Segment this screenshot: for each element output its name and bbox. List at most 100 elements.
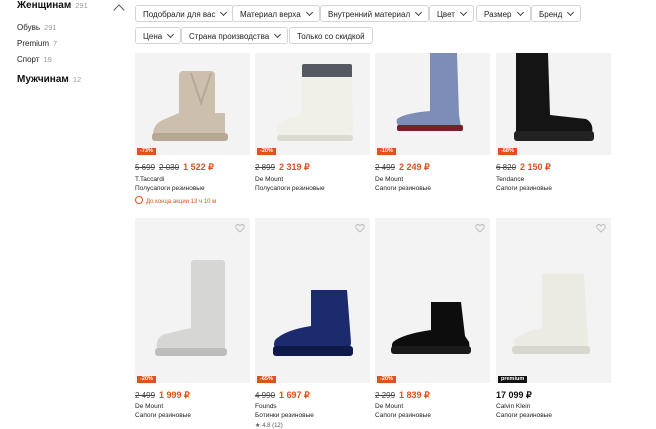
filter-label: Страна производства [189,32,270,41]
filter-label: Цвет [437,10,455,19]
premium-badge: premium [498,376,528,383]
discount-badge: -68% [498,148,517,155]
product-image[interactable]: premium [496,218,611,383]
boot-image [396,53,463,131]
category-men-count: 12 [72,75,82,84]
category-women-count: 291 [75,1,88,10]
filter-label: Цена [143,32,163,41]
heart-icon[interactable] [475,223,485,233]
product-type: Сапоги резиновые [375,185,431,192]
clock-icon [135,196,143,204]
promo-text: До конца акции 13 ч 10 м [146,199,217,205]
old-price: 2 499 [375,163,396,172]
boot-image [512,274,590,354]
filter-recommended[interactable]: Подобрали для вас [135,5,235,22]
product-type: Полусапоги резиновые [255,185,325,192]
discount-badge: -65% [257,376,276,383]
star-icon: ★ [255,423,261,429]
filter-size[interactable]: Размер [476,5,531,22]
chevron-down-icon [415,8,423,17]
discount-badge: -20% [377,376,396,383]
current-price: 2 319 ₽ [279,162,310,172]
product-brand: De Mount [135,403,164,410]
current-price: 1 697 ₽ [279,390,310,400]
product-image[interactable]: -20% [375,218,490,383]
discount-badge: -73% [137,148,156,155]
filter-label: Только со скидкой [297,32,365,41]
product-image[interactable]: -10% [375,53,490,155]
current-price: 1 522 ₽ [183,162,214,172]
price-row: 2 899 2 319 ₽ [255,162,310,173]
product-brand: De Mount [375,403,404,410]
heart-icon[interactable] [235,223,245,233]
filter-country[interactable]: Страна производства [181,27,289,44]
chevron-down-icon [274,30,282,39]
product-image[interactable]: -65% [255,218,370,383]
filter-price[interactable]: Цена [135,27,182,44]
product-brand: Calvin Klein [496,403,531,410]
rating-value: 4.8 [262,423,271,429]
product-image[interactable]: -73% [135,53,250,155]
old-price: 2 299 [375,391,396,400]
subcategory-label: Спорт [17,55,40,64]
current-price: 2 150 ₽ [520,162,551,172]
heart-icon[interactable] [355,223,365,233]
subcategory-count: 19 [43,55,52,64]
old-price: 6 820 [496,163,517,172]
price-row: 2 499 1 999 ₽ [135,390,190,401]
filter-label: Материал верха [240,10,301,19]
price-row: 17 099 ₽ [496,390,532,401]
product-brand: De Mount [255,176,284,183]
product-image[interactable]: -20% [255,53,370,155]
previous-price: 2 030 [159,163,180,172]
chevron-down-icon [516,8,524,17]
filter-color[interactable]: Цвет [429,5,474,22]
current-price: 2 249 ₽ [399,162,430,172]
category-men[interactable]: Мужчинам 12 [17,74,81,85]
product-type: Ботинки резиновые [255,412,314,419]
price-row: 2 499 2 249 ₽ [375,162,430,173]
boot-image [273,290,353,356]
price-row: 2 299 1 839 ₽ [375,390,430,401]
product-image[interactable]: -68% [496,53,611,155]
filter-discount-only[interactable]: Только со скидкой [289,27,373,44]
subcategory-shoes[interactable]: Обувь 291 [17,23,57,32]
discount-badge: -20% [137,376,156,383]
price-row: 5 699 2 030 1 522 ₽ [135,162,214,173]
product-brand: Founds [255,403,277,410]
product-brand: De Mount [375,176,404,183]
boot-image [152,71,228,141]
subcategory-premium[interactable]: Premium 7 [17,39,57,48]
discount-badge: -20% [257,148,276,155]
subcategory-label: Обувь [17,23,41,32]
filter-inner-material[interactable]: Внутренний материал [320,5,430,22]
product-type: Сапоги резиновые [496,185,552,192]
filter-label: Подобрали для вас [143,10,216,19]
product-type: Полусапоги резиновые [135,185,205,192]
chevron-down-icon [567,8,575,17]
filter-brand[interactable]: Бренд [531,5,582,22]
boot-image [391,302,471,354]
product-type: Сапоги резиновые [375,412,431,419]
product-brand: Tendance [496,176,525,183]
boot-image [277,64,353,141]
old-price: 2 899 [255,163,276,172]
promo-timer: До конца акции 13 ч 10 м [135,196,216,205]
old-price: 5 699 [135,163,156,172]
heart-icon[interactable] [596,223,606,233]
product-type: Сапоги резиновые [135,412,191,419]
category-men-label: Мужчинам [17,74,69,85]
boot-image [514,53,594,141]
discount-badge: -10% [377,148,396,155]
filter-upper-material[interactable]: Материал верха [232,5,320,22]
chevron-up-icon[interactable] [113,4,125,16]
product-image[interactable]: -20% [135,218,250,383]
subcategory-sport[interactable]: Спорт 19 [17,55,52,64]
product-type: Сапоги резиновые [496,412,552,419]
subcategory-count: 7 [53,39,58,48]
product-rating: ★ 4.8 (12) [255,422,283,429]
current-price: 1 839 ₽ [399,390,430,400]
subcategory-count: 291 [44,23,57,32]
price-row: 4 990 1 697 ₽ [255,390,310,401]
category-women[interactable]: Женщинам 291 [17,0,88,11]
